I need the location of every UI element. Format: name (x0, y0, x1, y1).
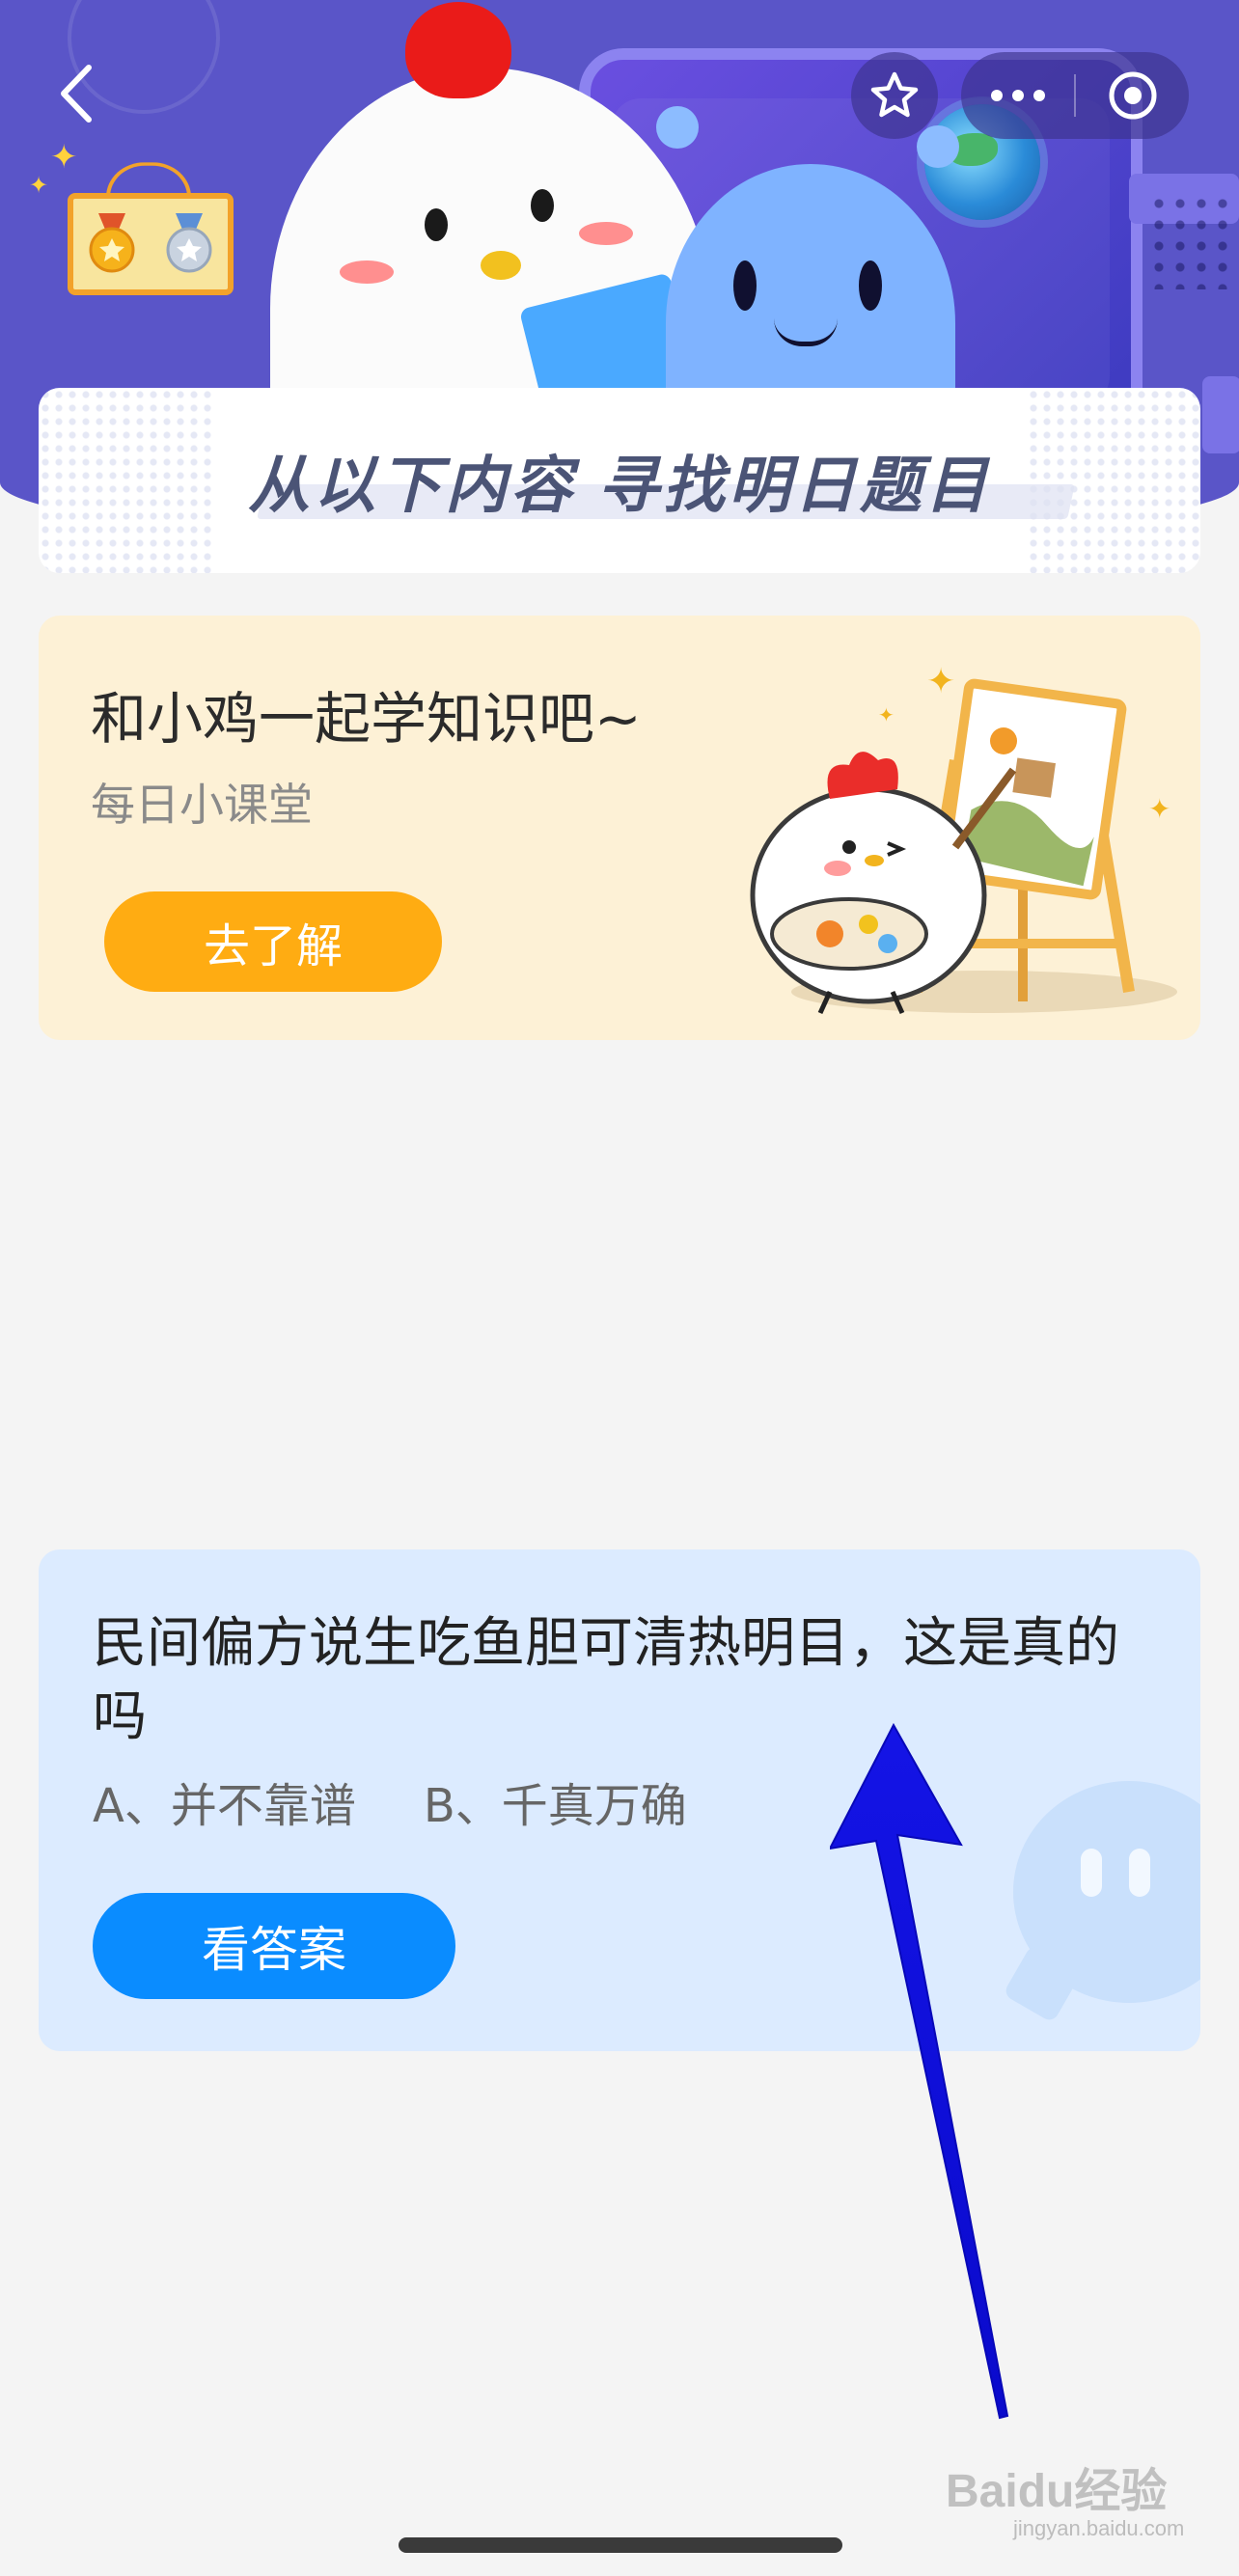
option-b: B、千真万确 (423, 1779, 687, 1833)
decorative-block (1202, 376, 1239, 453)
target-circle-icon (1109, 71, 1156, 120)
chick-eye (425, 208, 448, 241)
medal-board (68, 193, 234, 295)
learn-more-button[interactable]: 去了解 (104, 891, 442, 992)
decorative-dots (1148, 193, 1235, 289)
svg-text:✦: ✦ (1148, 793, 1170, 825)
back-button[interactable] (50, 60, 104, 127)
question-card: 民间偏方说生吃鱼胆可清热明目，这是真的吗 A、并不靠谱 B、千真万确 看答案 (39, 1549, 1200, 2051)
answer-options: A、并不靠谱 B、千真万确 (93, 1768, 687, 1835)
chick-eye (531, 189, 554, 222)
chevron-left-icon (61, 65, 92, 123)
bubble-eye (1081, 1849, 1102, 1897)
alien-eye (733, 260, 757, 311)
close-button[interactable] (1076, 52, 1189, 139)
svg-text:✦: ✦ (926, 662, 955, 701)
alien-eye (859, 260, 882, 311)
banner-title: 从以下内容 寻找明日题目 (248, 451, 991, 520)
bubble-eye (1129, 1849, 1150, 1897)
chick-cheek (579, 222, 633, 245)
option-a: A、并不靠谱 (93, 1779, 356, 1833)
learn-card[interactable]: 和小鸡一起学知识吧~ 每日小课堂 去了解 ✦ ✦ ✦ (39, 616, 1200, 1040)
screen: ✦ ✦ 从以下内容 寻找明日题目 和小鸡一起学知识吧~ 每日小课堂 去了解 ✦ … (0, 0, 1239, 2576)
alien-mouth (774, 318, 838, 346)
sparkle-icon: ✦ (29, 172, 49, 199)
chick-painting-illustration: ✦ ✦ ✦ (750, 662, 1177, 1015)
silver-medal-icon (166, 213, 212, 273)
watermark-url: jingyan.baidu.com (1013, 2516, 1185, 2540)
alien-antenna (917, 125, 959, 168)
more-button[interactable] (961, 52, 1074, 139)
mini-program-capsule (961, 52, 1189, 139)
chick-cheek (340, 260, 394, 284)
learn-card-subtitle: 每日小课堂 (91, 779, 313, 831)
chick-beak (481, 251, 521, 280)
annotation-arrow-icon (830, 1722, 1009, 2420)
star-icon (870, 71, 919, 118)
baidu-watermark: Baidu经验 (946, 2466, 1168, 2517)
home-indicator[interactable] (399, 2537, 842, 2553)
title-banner: 从以下内容 寻找明日题目 (39, 388, 1200, 573)
svg-text:✦: ✦ (878, 703, 895, 726)
more-dots-icon (990, 90, 1045, 101)
sparkle-icon: ✦ (50, 138, 78, 177)
alien-antenna (656, 106, 699, 149)
gold-medal-icon (89, 213, 135, 273)
view-answer-button[interactable]: 看答案 (93, 1893, 455, 1999)
favorite-button[interactable] (851, 52, 938, 139)
chick-comb (405, 2, 511, 98)
learn-card-title: 和小鸡一起学知识吧~ (91, 686, 642, 752)
